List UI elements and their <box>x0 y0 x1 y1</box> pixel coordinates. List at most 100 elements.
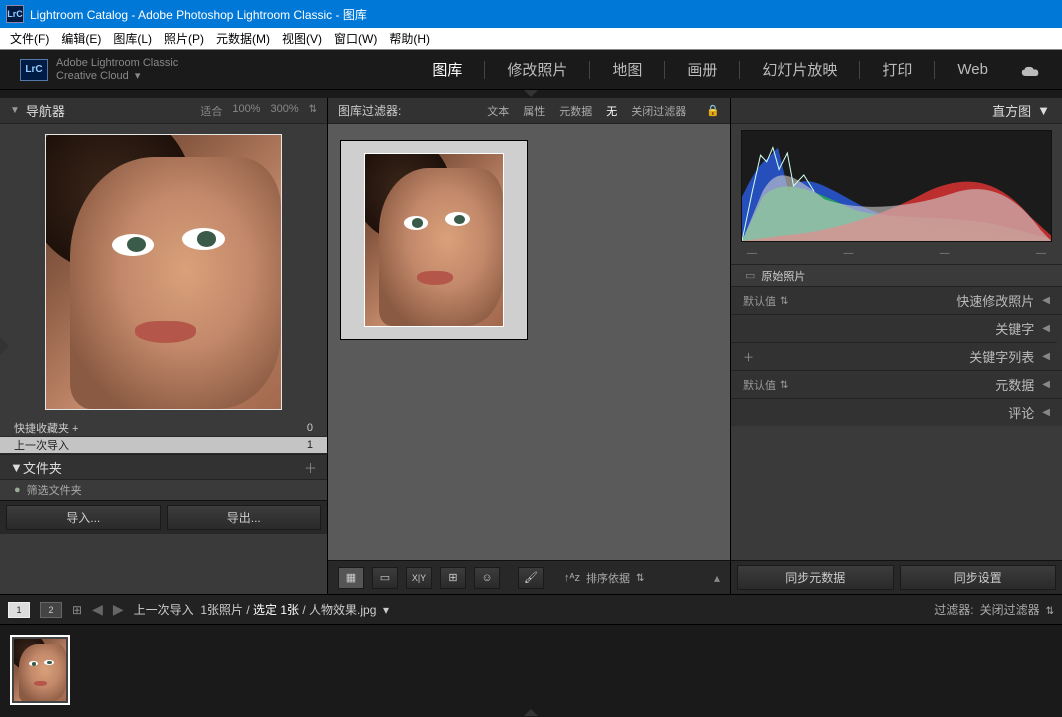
cloud-sync-icon[interactable] <box>1020 63 1042 77</box>
navigator-panel-header[interactable]: ▼ 导航器 适合 100% 300% <box>0 98 327 124</box>
people-view-icon[interactable]: ☺ <box>474 567 500 589</box>
last-import-row[interactable]: 上一次导入 1 <box>0 437 327 454</box>
original-photo-row: ▭ 原始照片 <box>731 264 1062 286</box>
module-book[interactable]: 画册 <box>687 57 717 82</box>
disclosure-icon: ◀ <box>1042 351 1050 362</box>
quick-develop-title: 快速修改照片 <box>956 291 1034 310</box>
loupe-view-icon[interactable]: ▭ <box>372 567 398 589</box>
zoom-300[interactable]: 300% <box>270 103 298 119</box>
filter-none[interactable]: 无 <box>606 103 617 119</box>
grid-view-icon[interactable]: ▦ <box>338 567 364 589</box>
filmstrip[interactable] <box>0 624 1062 709</box>
nav-back-icon[interactable]: ◀ <box>92 601 103 618</box>
lrc-badge-icon: LrC <box>20 59 48 81</box>
compare-view-icon[interactable]: X|Y <box>406 567 432 589</box>
toolbar-disclosure-icon[interactable]: ▴ <box>714 571 720 585</box>
breadcrumb-source: 上一次导入 <box>134 603 194 617</box>
navigator-preview[interactable] <box>0 124 327 420</box>
brand-block: LrC Adobe Lightroom Classic Creative Clo… <box>20 57 178 83</box>
disclosure-icon: ▼ <box>10 460 23 475</box>
hist-shutter: — <box>1036 248 1046 264</box>
window-title: Lightroom Catalog - Adobe Photoshop Ligh… <box>30 6 367 23</box>
search-icon: ● <box>14 484 21 496</box>
right-panel-handle[interactable] <box>1053 337 1062 355</box>
disclosure-icon: ▼ <box>10 105 20 116</box>
folders-filter-row[interactable]: ● 筛选文件夹 <box>0 480 327 500</box>
keyword-list-add[interactable]: ＋ <box>743 349 754 365</box>
add-folder-icon[interactable]: ＋ <box>304 458 317 477</box>
second-window-icon[interactable]: 2 <box>40 602 62 618</box>
filter-attribute[interactable]: 属性 <box>523 103 545 119</box>
crop-icon: ▭ <box>745 269 755 282</box>
top-panel-handle[interactable] <box>0 90 1062 98</box>
nav-forward-icon[interactable]: ▶ <box>113 601 124 618</box>
menu-window[interactable]: 窗口(W) <box>328 30 383 47</box>
keyword-list-title: 关键字列表 <box>969 347 1034 366</box>
center-toolbar: ▦ ▭ X|Y ⊞ ☺ 🖌 ↑ᴬz 排序依据 ▴ <box>328 560 730 594</box>
main-window-icon[interactable]: 1 <box>8 602 30 618</box>
comments-panel-header[interactable]: 评论 ◀ <box>731 398 1062 426</box>
menu-edit[interactable]: 编辑(E) <box>55 30 107 47</box>
keyword-list-panel-header[interactable]: ＋ 关键字列表 ◀ <box>731 342 1062 370</box>
left-panel-handle[interactable] <box>0 337 9 355</box>
survey-view-icon[interactable]: ⊞ <box>440 567 466 589</box>
module-tabs: 图库 修改照片 地图 画册 幻灯片放映 打印 Web <box>432 57 1042 82</box>
folders-panel-header[interactable]: ▼ 文件夹 ＋ <box>0 454 327 480</box>
quick-develop-panel-header[interactable]: 默认值 快速修改照片 ◀ <box>731 286 1062 314</box>
thumbnail-grid[interactable] <box>328 124 730 560</box>
filmstrip-grid-icon[interactable]: ⊞ <box>72 603 82 617</box>
center-content: 图库过滤器: 文本 属性 元数据 无 关闭过滤器 🔒 ▦ ▭ X|Y ⊞ ☺ 🖌… <box>328 98 730 594</box>
menu-photo[interactable]: 照片(P) <box>158 30 210 47</box>
module-web[interactable]: Web <box>957 59 988 80</box>
module-develop[interactable]: 修改照片 <box>507 57 567 82</box>
thumbnail-image <box>364 153 504 327</box>
keywords-panel-header[interactable]: 关键字 ◀ <box>731 314 1062 342</box>
sort-stepper-icon[interactable] <box>636 572 644 584</box>
module-slideshow[interactable]: 幻灯片放映 <box>762 57 837 82</box>
filter-label: 图库过滤器: <box>338 102 401 119</box>
quick-collection-label: 快捷收藏夹 + <box>14 420 78 436</box>
comments-title: 评论 <box>1008 403 1034 422</box>
menu-metadata[interactable]: 元数据(M) <box>210 30 276 47</box>
painter-tool-icon[interactable]: 🖌 <box>518 567 544 589</box>
filter-close[interactable]: 关闭过滤器 <box>631 103 686 119</box>
zoom-fit[interactable]: 适合 <box>200 103 222 119</box>
filmstrip-thumbnail[interactable] <box>10 635 70 705</box>
filter-metadata[interactable]: 元数据 <box>559 103 592 119</box>
sync-settings-button[interactable]: 同步设置 <box>900 565 1057 590</box>
histogram-panel-header[interactable]: 直方图 ▼ <box>731 98 1062 124</box>
bottom-panel-handle[interactable] <box>0 709 1062 717</box>
export-button[interactable]: 导出... <box>167 505 322 530</box>
metadata-panel-header[interactable]: 默认值 元数据 ◀ <box>731 370 1062 398</box>
thumbnail-cell[interactable] <box>340 140 528 340</box>
menu-view[interactable]: 视图(V) <box>276 30 328 47</box>
quick-dev-preset[interactable]: 默认值 <box>743 293 788 309</box>
sync-metadata-button[interactable]: 同步元数据 <box>737 565 894 590</box>
filmstrip-filter[interactable]: 过滤器: 关闭过滤器 <box>934 601 1054 618</box>
zoom-100[interactable]: 100% <box>232 103 260 119</box>
histogram-display[interactable] <box>741 130 1052 242</box>
breadcrumb-selected: 选定 1张 <box>253 603 299 617</box>
zoom-stepper-icon[interactable] <box>309 103 317 119</box>
menu-help[interactable]: 帮助(H) <box>383 30 436 47</box>
filmstrip-breadcrumb[interactable]: 上一次导入 1张照片 / 选定 1张 / 人物效果.jpg ▾ <box>134 601 389 618</box>
metadata-title: 元数据 <box>995 375 1034 394</box>
hist-focal: — <box>843 248 853 264</box>
import-button[interactable]: 导入... <box>6 505 161 530</box>
quick-collection-row[interactable]: 快捷收藏夹 + 0 <box>0 420 327 437</box>
module-map[interactable]: 地图 <box>612 57 642 82</box>
breadcrumb-count: 1张照片 / <box>200 603 249 617</box>
module-picker-bar: LrC Adobe Lightroom Classic Creative Clo… <box>0 50 1062 90</box>
sort-control[interactable]: ↑ᴬz 排序依据 <box>564 570 644 586</box>
disclosure-icon: ◀ <box>1042 295 1050 306</box>
module-print[interactable]: 打印 <box>882 57 912 82</box>
menu-library[interactable]: 图库(L) <box>107 30 158 47</box>
right-panel-group: 直方图 ▼ — — — — ▭ 原始照片 默认值 快速修改照片 <box>730 98 1062 594</box>
metadata-preset[interactable]: 默认值 <box>743 377 788 393</box>
filmstrip-thumbnail-image <box>14 639 66 701</box>
filter-lock-icon[interactable]: 🔒 <box>706 104 720 117</box>
module-library[interactable]: 图库 <box>432 57 462 82</box>
filter-stepper-icon[interactable] <box>1046 603 1054 617</box>
filter-text[interactable]: 文本 <box>487 103 509 119</box>
menu-file[interactable]: 文件(F) <box>4 30 55 47</box>
